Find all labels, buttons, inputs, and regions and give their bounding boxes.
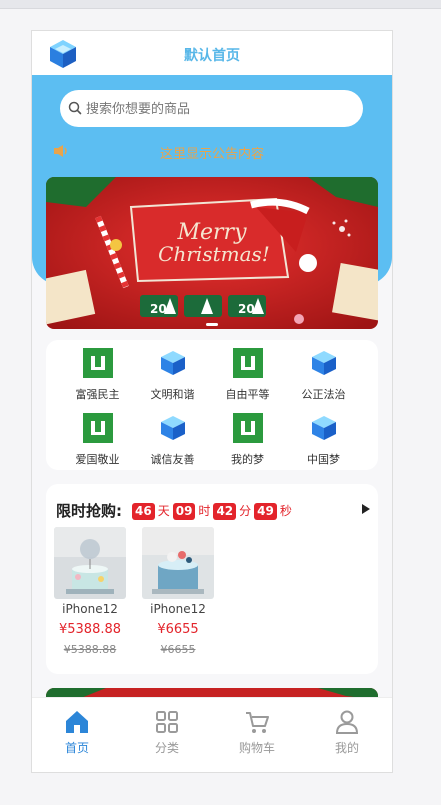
nav-item-1[interactable]: 富强民主 xyxy=(56,340,139,401)
tab-label: 购物车 xyxy=(238,741,275,755)
countdown-days: 46 xyxy=(132,503,155,520)
countdown-minutes: 42 xyxy=(213,503,237,520)
bottom-tab-bar: 首页 分类 购物车 我的 xyxy=(32,697,392,772)
flash-sale-section: 限时抢购: 46 天 09 时 42 分 49 秒 iPhone12 ¥5388… xyxy=(46,484,378,674)
search-icon xyxy=(68,101,82,115)
product-name: iPhone12 xyxy=(62,602,118,616)
nav-item-5[interactable]: 爱国敬业 xyxy=(56,405,139,466)
nav-item-3[interactable]: 自由平等 xyxy=(206,340,289,401)
nav-item-label: 自由平等 xyxy=(225,388,270,401)
product-card[interactable]: iPhone12 ¥5388.88 ¥5388.88 xyxy=(54,527,126,656)
tab-home[interactable]: 首页 xyxy=(32,698,122,772)
green-tag-icon xyxy=(232,413,263,443)
nav-item-label: 爱国敬业 xyxy=(75,453,120,466)
tab-category[interactable]: 分类 xyxy=(122,698,212,772)
tab-label: 首页 xyxy=(64,741,89,755)
blue-cube-icon xyxy=(311,416,336,440)
countdown-days-unit: 天 xyxy=(157,504,170,518)
product-image xyxy=(54,527,126,599)
notice-text: 这里显示公告内容 xyxy=(159,147,264,162)
countdown-hours: 09 xyxy=(172,503,196,520)
tab-label: 我的 xyxy=(334,741,359,755)
product-image xyxy=(142,527,214,599)
category-nav: 富强民主 文明和谐 自由平等 公正法治 爱国敬业 诚信友善 我的梦 中国梦 xyxy=(46,340,378,470)
tab-cart[interactable]: 购物车 xyxy=(212,698,302,772)
nav-item-label: 中国梦 xyxy=(307,453,340,466)
svg-text:Christmas!: Christmas! xyxy=(158,242,270,266)
tab-label: 分类 xyxy=(154,741,179,755)
page-title: 默认首页 xyxy=(184,48,240,64)
countdown-seconds-unit: 秒 xyxy=(279,504,292,518)
header: 默认首页 xyxy=(32,31,392,75)
nav-item-8[interactable]: 中国梦 xyxy=(282,405,365,466)
blue-cube-icon xyxy=(160,351,185,375)
product-price: ¥5388.88 xyxy=(58,622,122,637)
tab-profile[interactable]: 我的 xyxy=(302,698,392,772)
flash-sale-title: 限时抢购: xyxy=(56,502,122,520)
countdown: 46 天 09 时 42 分 49 秒 xyxy=(132,500,295,520)
countdown-seconds: 49 xyxy=(254,503,277,520)
user-icon xyxy=(335,710,359,734)
countdown-minutes-unit: 分 xyxy=(239,504,252,518)
product-name: iPhone12 xyxy=(150,602,206,616)
search-bar[interactable] xyxy=(60,90,363,129)
blue-cube-icon xyxy=(311,351,336,375)
nav-item-4[interactable]: 公正法治 xyxy=(282,340,365,401)
product-original-price: ¥5388.88 xyxy=(63,643,117,656)
nav-item-label: 诚信友善 xyxy=(150,453,195,466)
green-tag-icon xyxy=(232,348,263,378)
product-price: ¥6655 xyxy=(157,622,199,637)
product-card[interactable]: iPhone12 ¥6655 ¥6655 xyxy=(142,527,214,656)
christmas-banner-image: Merry Christmas! 20 20 xyxy=(46,177,378,329)
nav-item-label: 文明和谐 xyxy=(150,388,195,401)
nav-item-6[interactable]: 诚信友善 xyxy=(131,405,214,466)
countdown-hours-unit: 时 xyxy=(198,504,211,518)
home-icon xyxy=(66,711,88,733)
nav-item-7[interactable]: 我的梦 xyxy=(206,405,289,466)
arrow-right-icon[interactable] xyxy=(361,503,371,515)
search-input[interactable] xyxy=(84,90,358,129)
blue-cube-icon xyxy=(160,416,185,440)
product-original-price: ¥6655 xyxy=(160,643,196,656)
nav-item-2[interactable]: 文明和谐 xyxy=(131,340,214,401)
nav-item-label: 富强民主 xyxy=(75,388,120,401)
nav-item-label: 公正法治 xyxy=(301,388,346,401)
green-tag-icon xyxy=(82,413,113,443)
green-tag-icon xyxy=(82,348,113,378)
nav-item-label: 我的梦 xyxy=(231,453,264,466)
app-frame: 默认首页 这里显示公告内容 Merry xyxy=(31,30,393,773)
browser-top-strip xyxy=(0,0,441,9)
cart-icon xyxy=(246,712,269,733)
grid-icon xyxy=(156,711,178,733)
promo-banner[interactable]: Merry Christmas! 20 20 xyxy=(46,177,378,329)
